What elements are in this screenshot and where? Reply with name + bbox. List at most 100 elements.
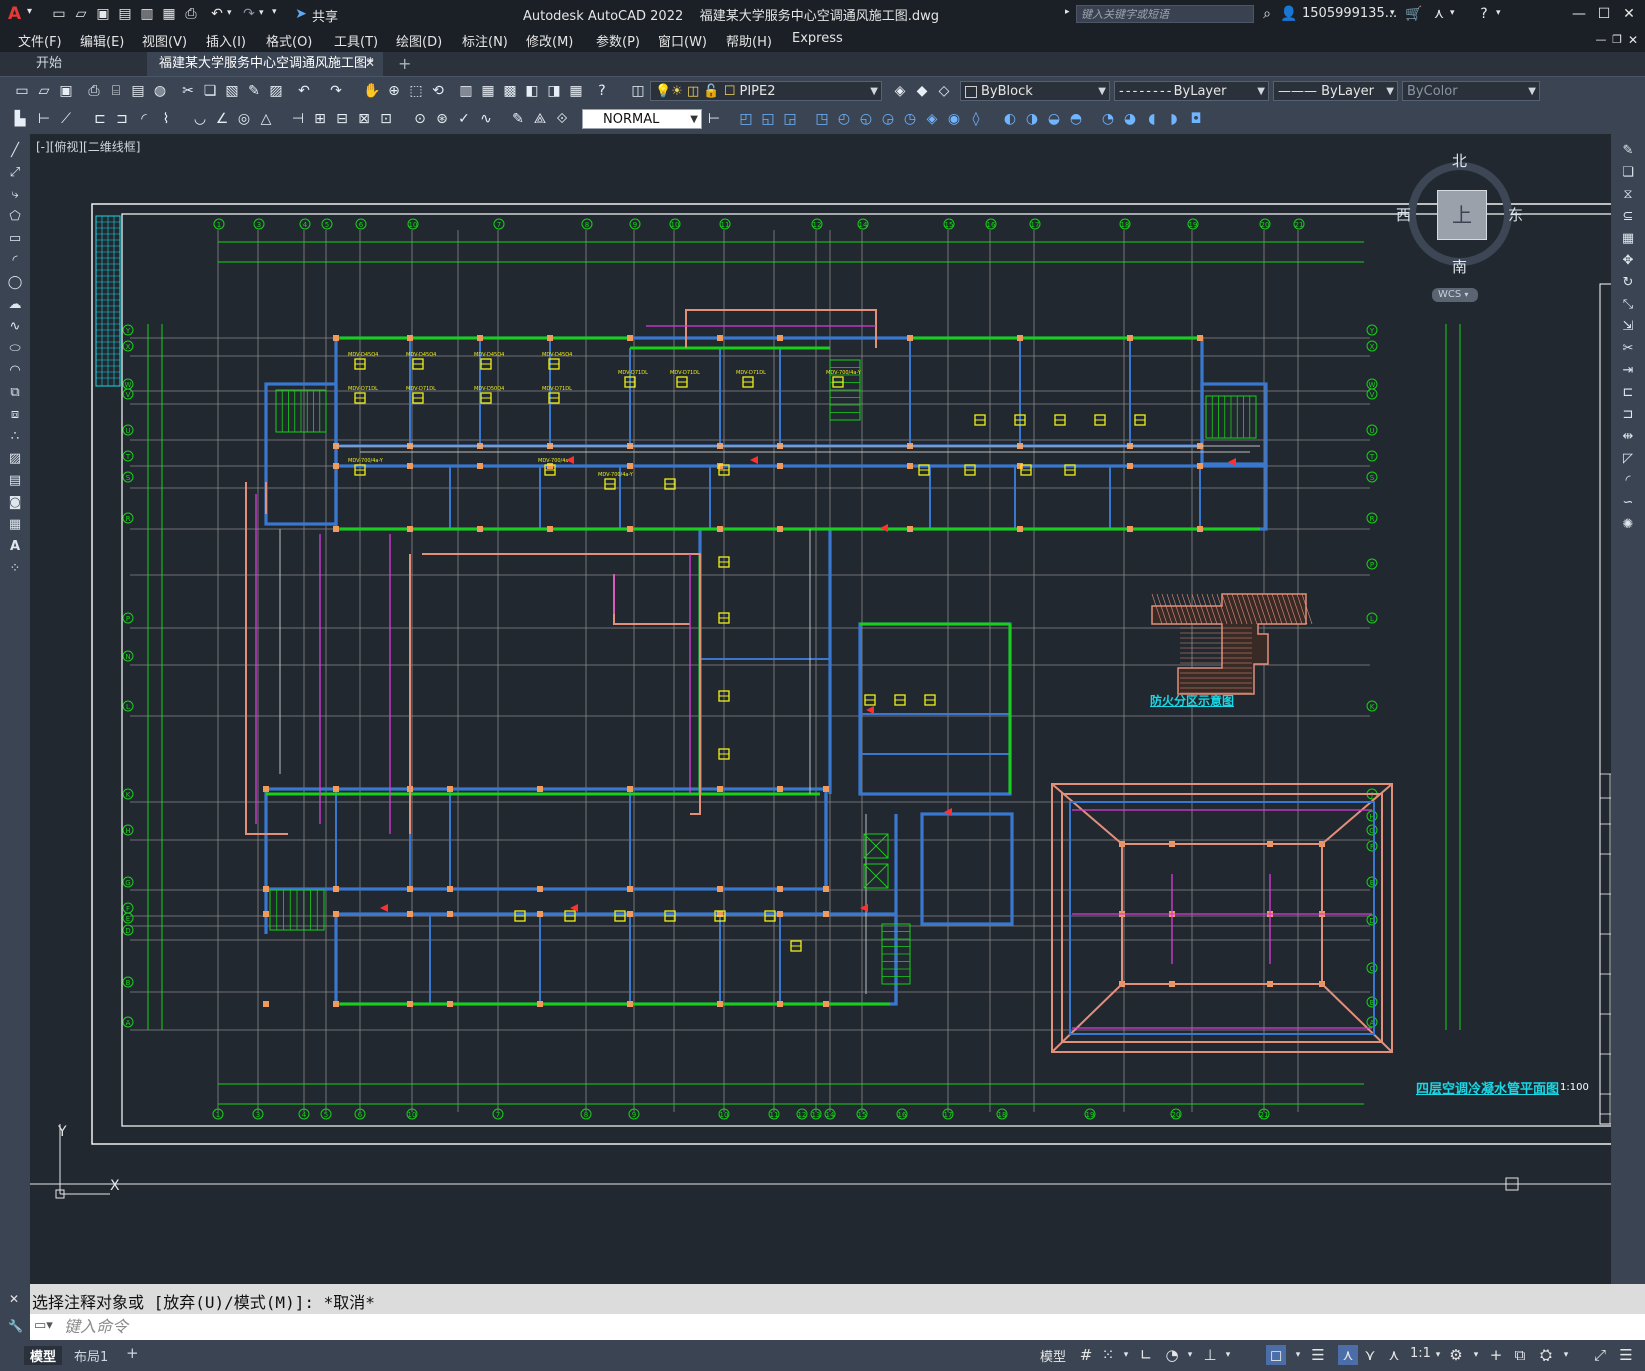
fullscreen-icon[interactable]: ⤢ xyxy=(1590,1345,1610,1365)
gradient-icon[interactable]: ▤ xyxy=(5,472,25,490)
open-icon[interactable]: ▱ xyxy=(72,5,90,23)
tab-start[interactable]: 开始 xyxy=(0,52,145,76)
add-icon[interactable]: + xyxy=(1486,1345,1506,1365)
scale-icon[interactable]: ⤡ xyxy=(1618,296,1638,314)
continue-dim-icon[interactable]: ⊣ xyxy=(288,109,308,129)
command-recent-icon[interactable]: ▭▾ xyxy=(34,1318,53,1333)
break-icon[interactable]: ⊐ xyxy=(1618,406,1638,424)
hardware-dropdown-icon[interactable]: ▾ xyxy=(1556,1345,1576,1365)
print-icon[interactable]: ⎙ xyxy=(84,81,104,101)
pan-icon[interactable]: ✋ xyxy=(362,81,382,101)
scale-dropdown-icon[interactable]: ▾ xyxy=(1428,1345,1448,1365)
annotation-scale-icon[interactable]: ⋏ xyxy=(1384,1345,1404,1365)
drawing-canvas[interactable]: [-][俯视][二维线框] 1 3 4 5 6 10 7 8 9 10 11 12 14 15 16 17 18… xyxy=(30,134,1611,1284)
modeling-extrude-icon[interactable]: ◷ xyxy=(900,109,920,129)
modeling-wedge-icon[interactable]: ◱ xyxy=(758,109,778,129)
dim-reassociate-icon[interactable]: ⟐ xyxy=(552,109,572,129)
modeling-subtract-icon[interactable]: ◑ xyxy=(1022,109,1042,129)
cart-icon[interactable]: 🛒 xyxy=(1405,5,1423,23)
share-button[interactable]: 共享 xyxy=(312,6,338,25)
table-icon[interactable]: ▦ xyxy=(5,516,25,534)
annotation-visibility-icon[interactable]: ⋏ xyxy=(1338,1345,1358,1365)
lineweight-combo[interactable]: ——— ByLayer ▼ xyxy=(1273,81,1398,101)
undo-icon[interactable]: ↶ xyxy=(208,5,226,23)
tool-palettes-icon[interactable]: ▩ xyxy=(500,81,520,101)
dim-edit-icon[interactable]: ✓ xyxy=(454,109,474,129)
make-block-icon[interactable]: ⧈ xyxy=(5,406,25,424)
save-icon[interactable]: ▣ xyxy=(94,5,112,23)
close-icon[interactable]: ✕ xyxy=(1620,5,1638,23)
arc-icon[interactable]: ◜ xyxy=(5,252,25,270)
hardware-acceleration-icon[interactable]: ⛭ xyxy=(1536,1345,1556,1365)
lineweight-display-icon[interactable]: ☰ xyxy=(1308,1345,1328,1365)
plot-preview-icon[interactable]: ▦ xyxy=(160,5,178,23)
ortho-mode-icon[interactable]: ∟ xyxy=(1136,1345,1156,1365)
modeling-pyramid-icon[interactable]: ◶ xyxy=(878,109,898,129)
modeling-torus-icon[interactable]: ◵ xyxy=(856,109,876,129)
markup-icon[interactable]: ◨ xyxy=(544,81,564,101)
publish-icon[interactable]: ▥ xyxy=(138,5,156,23)
dimstyle-manager-icon[interactable]: ⊢ xyxy=(704,109,724,129)
viewcube-west[interactable]: 西 xyxy=(1396,204,1411,225)
modeling-3dmove-icon[interactable]: ◓ xyxy=(1066,109,1086,129)
new-icon[interactable]: ▭ xyxy=(50,5,68,23)
chamfer-icon[interactable]: ◸ xyxy=(1618,450,1638,468)
command-input[interactable]: 键入命令 xyxy=(64,1317,1624,1337)
polar-dropdown-icon[interactable]: ▾ xyxy=(1180,1345,1200,1365)
menu-insert[interactable]: 插入(I) xyxy=(206,31,246,50)
layer-state-icon[interactable]: ◇ xyxy=(934,81,954,101)
workspace-gear-icon[interactable]: ⚙ xyxy=(1446,1345,1466,1365)
menu-tools[interactable]: 工具(T) xyxy=(334,31,378,50)
join-icon[interactable]: ⇹ xyxy=(1618,428,1638,446)
app-logo-icon[interactable]: A xyxy=(8,4,21,24)
point-icon[interactable]: ∴ xyxy=(5,428,25,446)
modeling-revolve-icon[interactable]: ◈ xyxy=(922,109,942,129)
share-icon[interactable]: ➤ xyxy=(292,5,310,23)
menu-view[interactable]: 视图(V) xyxy=(142,31,187,50)
menu-file[interactable]: 文件(F) xyxy=(18,31,62,50)
tab-drawing[interactable]: 福建某大学服务中心空调通风施工图* xyxy=(147,52,383,76)
layer-combo[interactable]: 💡☀ ◫ 🔓 ☐ PIPE2 ▼ xyxy=(650,81,882,101)
plotstyle-combo[interactable]: ByColor ▼ xyxy=(1402,81,1540,101)
jogged-linear-icon[interactable]: ⊛ xyxy=(432,109,452,129)
polyline-icon[interactable]: ⤷ xyxy=(5,186,25,204)
modeling-union-icon[interactable]: ◐ xyxy=(1000,109,1020,129)
menu-draw[interactable]: 绘图(D) xyxy=(396,31,442,50)
diameter-dim-icon[interactable]: ◡ xyxy=(190,109,210,129)
menu-express[interactable]: Express xyxy=(792,31,843,46)
stretch-icon[interactable]: ⇲ xyxy=(1618,318,1638,336)
viewcube-east[interactable]: 东 xyxy=(1508,204,1523,225)
menu-window[interactable]: 窗口(W) xyxy=(658,31,707,50)
multiline-text-icon[interactable]: A xyxy=(5,538,25,556)
menu-dimension[interactable]: 标注(N) xyxy=(462,31,508,50)
command-close-icon[interactable]: ✕ xyxy=(9,1292,19,1306)
make-current-layer-icon[interactable]: ◈ xyxy=(890,81,910,101)
copy-icon[interactable]: ❏ xyxy=(200,81,220,101)
layout-tab-model[interactable]: 模型 xyxy=(24,1346,63,1365)
modeling-cylinder-icon[interactable]: ◴ xyxy=(834,109,854,129)
isodraft-dropdown-icon[interactable]: ▾ xyxy=(1218,1345,1238,1365)
user-dropdown-icon[interactable]: ▾ xyxy=(1390,8,1395,18)
grid-display-icon[interactable]: # xyxy=(1076,1345,1096,1365)
design-center-icon[interactable]: ▦ xyxy=(478,81,498,101)
menu-format[interactable]: 格式(O) xyxy=(266,31,312,50)
block-editor-icon[interactable]: ▨ xyxy=(266,81,286,101)
rectangle-icon[interactable]: ▭ xyxy=(5,230,25,248)
zoom-realtime-icon[interactable]: ⊕ xyxy=(384,81,404,101)
linear-dim-icon[interactable]: ⊢ xyxy=(34,109,54,129)
dimstyle-combo[interactable]: NORMAL ▼ xyxy=(582,109,702,129)
dim-override-icon[interactable]: ⟁ xyxy=(530,109,550,129)
help-dropdown-icon[interactable]: ▾ xyxy=(1496,8,1501,18)
tab-close-icon[interactable]: ✕ xyxy=(365,56,375,70)
user-name[interactable]: 1505999135... xyxy=(1302,6,1397,21)
toolbar-undo-icon[interactable]: ↶ xyxy=(294,81,314,101)
layer-properties-icon[interactable]: ◫ xyxy=(628,81,648,101)
center-mark-icon[interactable]: ⊡ xyxy=(376,109,396,129)
redo-icon[interactable]: ↷ xyxy=(240,5,258,23)
app-menu-chevron-icon[interactable]: ▾ xyxy=(27,6,32,17)
menu-help[interactable]: 帮助(H) xyxy=(726,31,772,50)
construction-line-icon[interactable]: ⤢ xyxy=(5,164,25,182)
modeling-intersect-icon[interactable]: ◒ xyxy=(1044,109,1064,129)
viewcube[interactable]: 上 北 南 西 东 xyxy=(1390,144,1540,294)
toolbar-redo-icon[interactable]: ↷ xyxy=(326,81,346,101)
